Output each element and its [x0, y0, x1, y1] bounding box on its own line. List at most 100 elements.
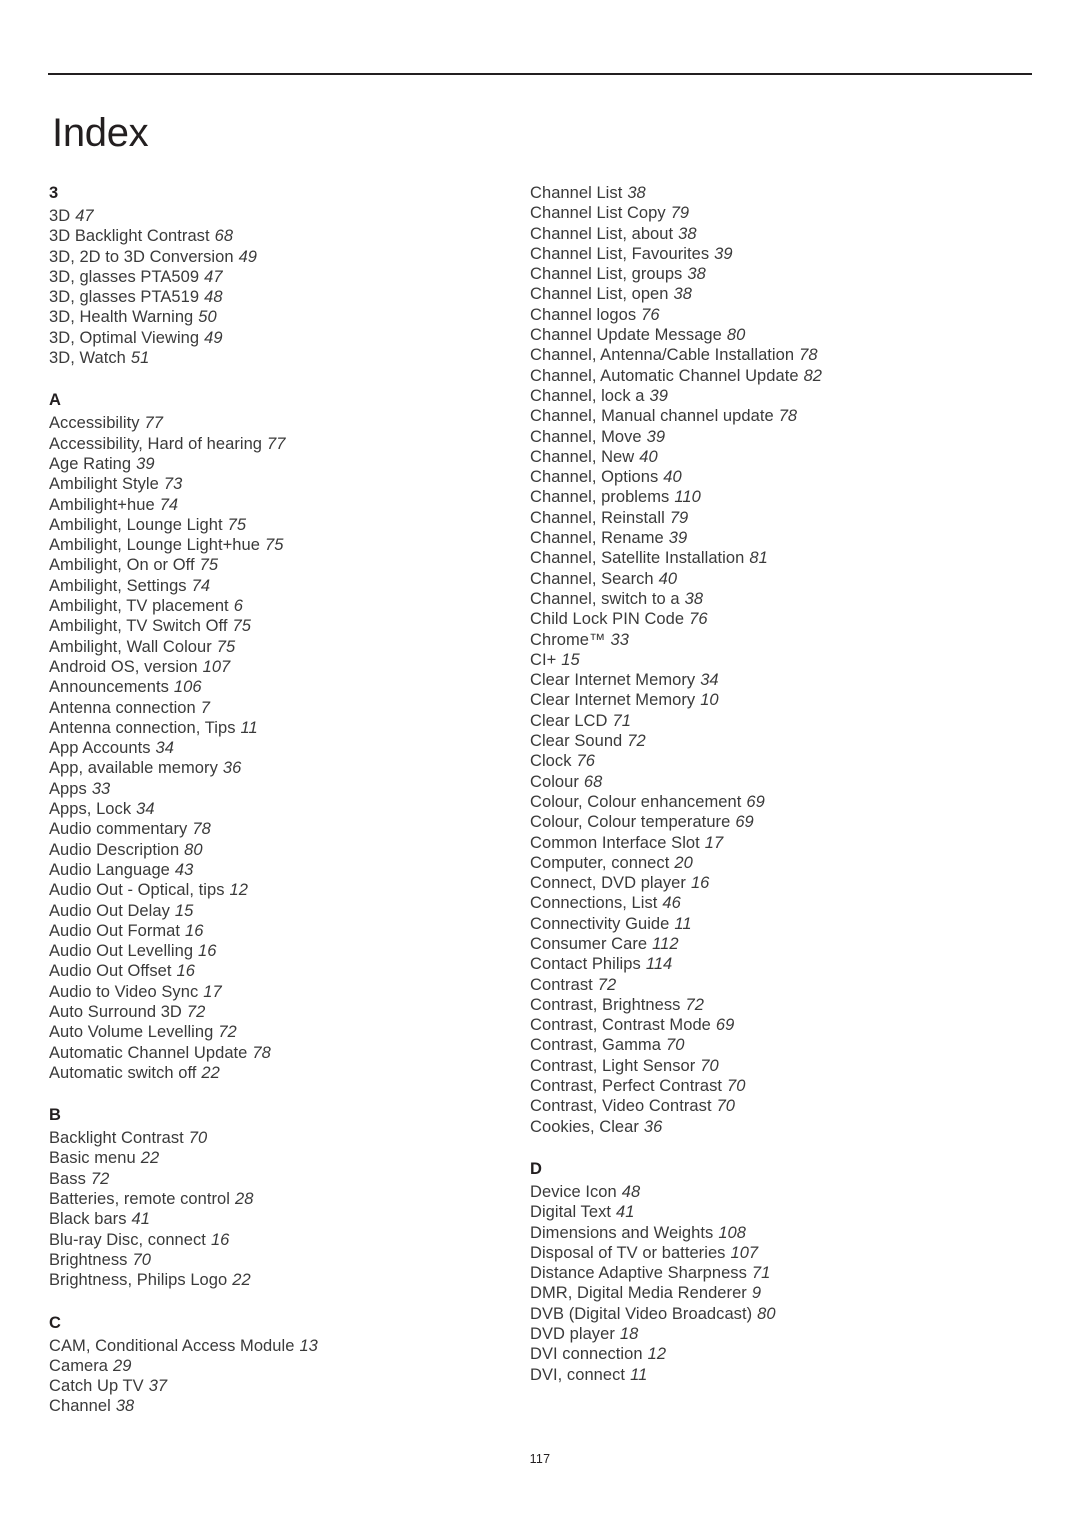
- index-entry-term: Contrast, Perfect Contrast: [530, 1077, 723, 1096]
- index-entry-term: Channel List Copy: [530, 204, 666, 223]
- index-entry[interactable]: Colour, Colour temperature 69: [530, 812, 754, 832]
- index-entry-page-number: 38: [673, 285, 692, 304]
- index-entry[interactable]: Contrast 72: [530, 975, 616, 995]
- index-entry-page-number: 72: [597, 975, 617, 994]
- index-entry-term: Colour, Colour temperature: [530, 813, 731, 832]
- index-entry[interactable]: Channel, lock a 39: [530, 386, 668, 406]
- index-entry-term: DVB (Digital Video Broadcast): [530, 1304, 753, 1323]
- index-entry[interactable]: Channel List, about 38: [530, 224, 697, 244]
- index-entry-term: Distance Adaptive Sharpness: [530, 1264, 747, 1283]
- index-entry[interactable]: Channel List Copy 79: [530, 203, 689, 223]
- index-entry[interactable]: Channel, Reinstall 79: [530, 508, 688, 528]
- index-entry[interactable]: DVD player 18: [530, 1324, 638, 1344]
- index-entry-page-number: 40: [658, 569, 678, 588]
- index-entry-term: Contrast, Gamma: [530, 1036, 661, 1055]
- index-entry-term: CI+: [530, 650, 557, 669]
- index-entry[interactable]: Child Lock PIN Code 76: [530, 609, 708, 629]
- index-entry[interactable]: Channel, Satellite Installation 81: [530, 548, 768, 568]
- index-entry-page-number: 38: [115, 1397, 135, 1416]
- index-entry-term: Channel: [49, 1397, 111, 1416]
- index-entry[interactable]: Contrast, Video Contrast 70: [530, 1096, 735, 1116]
- index-entry[interactable]: Colour, Colour enhancement 69: [530, 792, 765, 812]
- index-entry[interactable]: Connections, List 46: [530, 893, 681, 913]
- index-entry[interactable]: Channel Update Message 80: [530, 325, 745, 345]
- index-entry[interactable]: Connect, DVD player 16: [530, 873, 709, 893]
- index-entry[interactable]: Channel, switch to a 38: [530, 589, 703, 609]
- index-entry-term: Channel List, open: [530, 285, 669, 304]
- index-entry-term: Channel, Manual channel update: [530, 407, 774, 426]
- index-entry[interactable]: Cookies, Clear 36: [530, 1117, 662, 1137]
- index-entry-page-number: 76: [689, 610, 708, 629]
- index-entry-term: Channel, Automatic Channel Update: [530, 366, 799, 385]
- index-entry[interactable]: DMR, Digital Media Renderer 9: [530, 1283, 761, 1303]
- index-entry-page-number: 69: [715, 1016, 735, 1035]
- index-entry[interactable]: Contrast, Brightness 72: [530, 995, 704, 1015]
- index-entry[interactable]: Clear LCD 71: [530, 711, 631, 731]
- index-entry[interactable]: Chrome™ 33: [530, 630, 629, 650]
- index-entry[interactable]: Channel List, open 38: [530, 284, 692, 304]
- index-entry[interactable]: Channel, Automatic Channel Update 82: [530, 366, 822, 386]
- index-entry[interactable]: Channel, Manual channel update 78: [530, 406, 797, 426]
- index-entry[interactable]: Computer, connect 20: [530, 853, 693, 873]
- index-entry[interactable]: Clear Internet Memory 10: [530, 690, 719, 710]
- index-entry-term: Clear LCD: [530, 711, 608, 730]
- index-entry[interactable]: Common Interface Slot 17: [530, 833, 723, 853]
- index-entry-term: Connectivity Guide: [530, 914, 670, 933]
- index-entry-term: Clear Sound: [530, 732, 623, 751]
- index-entry[interactable]: Connectivity Guide 11: [530, 914, 692, 934]
- index-entry-page-number: 11: [674, 914, 692, 933]
- index-entry-page-number: 39: [668, 529, 688, 548]
- index-entry[interactable]: Device Icon 48: [530, 1182, 640, 1202]
- index-entry-page-number: 110: [674, 488, 701, 507]
- index-entry-page-number: 70: [700, 1056, 719, 1075]
- index-entry-term: Channel, problems: [530, 488, 670, 507]
- index-entry[interactable]: Digital Text 41: [530, 1202, 634, 1222]
- section-letter-heading: D: [530, 1159, 543, 1178]
- index-entry[interactable]: Channel, Antenna/Cable Installation 78: [530, 345, 818, 365]
- index-entry-page-number: 20: [674, 853, 693, 872]
- index-entry[interactable]: Channel, Options 40: [530, 467, 682, 487]
- index-entry[interactable]: DVI, connect 11: [530, 1365, 647, 1385]
- index-entry-term: Consumer Care: [530, 934, 648, 953]
- index-entry[interactable]: Channel, Search 40: [530, 569, 677, 589]
- index-entry[interactable]: CI+ 15: [530, 650, 591, 670]
- index-entry-page-number: 79: [669, 508, 689, 527]
- index-columns: 3 3D 47 3D Backlight Contrast 68 3D, 2D to 3D…: [0, 183, 1080, 1417]
- index-entry[interactable]: Channel logos 76: [530, 305, 660, 325]
- index-entry[interactable]: DVB (Digital Video Broadcast) 80: [530, 1304, 776, 1324]
- index-entry[interactable]: Dimensions and Weights 108: [530, 1223, 746, 1243]
- index-entry-term: Channel logos: [530, 305, 637, 324]
- index-entry[interactable]: Clock 76: [530, 751, 595, 771]
- index-entry-term: Channel Update Message: [530, 326, 722, 345]
- index-entry[interactable]: Channel List, groups 38: [530, 264, 706, 284]
- index-entry[interactable]: Contrast, Perfect Contrast 70: [530, 1076, 745, 1096]
- index-entry[interactable]: Clear Sound 72: [530, 731, 646, 751]
- index-entry[interactable]: Clear Internet Memory 34: [530, 670, 719, 690]
- index-entry[interactable]: Channel, problems 110: [530, 487, 701, 507]
- index-entry[interactable]: Consumer Care 112: [530, 934, 679, 954]
- index-entry-term: Channel, Satellite Installation: [530, 549, 745, 568]
- index-entry[interactable]: Contact Philips 114: [530, 954, 672, 974]
- index-entry[interactable]: Channel, Move 39: [530, 427, 665, 447]
- index-entry[interactable]: Channel, Rename 39: [530, 528, 687, 548]
- index-entry[interactable]: Channel 38: [49, 1396, 482, 1416]
- index-entry[interactable]: Channel, New 40: [530, 447, 658, 467]
- index-entry[interactable]: Contrast, Gamma 70: [530, 1035, 684, 1055]
- index-entry[interactable]: Contrast, Light Sensor 70: [530, 1056, 719, 1076]
- index-entry[interactable]: Channel List, Favourites 39: [530, 244, 733, 264]
- index-entry-page-number: 48: [621, 1182, 641, 1201]
- index-entry-term: Channel List, groups: [530, 265, 683, 284]
- index-entry[interactable]: Colour 68: [530, 772, 602, 792]
- index-entry[interactable]: Disposal of TV or batteries 107: [530, 1243, 758, 1263]
- index-entry[interactable]: Distance Adaptive Sharpness 71: [530, 1263, 770, 1283]
- index-entry-page-number: 76: [576, 752, 595, 771]
- index-entry-page-number: 70: [665, 1036, 685, 1055]
- right-column: Channel List 38 Channel List Copy 79 Channel…: [41, 183, 822, 1385]
- index-entry[interactable]: DVI connection 12: [530, 1344, 666, 1364]
- index-entry[interactable]: Channel List 38: [530, 183, 646, 203]
- index-entry-page-number: 38: [627, 184, 646, 202]
- index-entry-term: Contrast, Light Sensor: [530, 1056, 696, 1075]
- index-entry-term: Clear Internet Memory: [530, 671, 696, 690]
- index-entry[interactable]: Contrast, Contrast Mode 69: [530, 1015, 734, 1035]
- index-section: Channel List 38 Channel List Copy 79 Channel…: [530, 183, 822, 1137]
